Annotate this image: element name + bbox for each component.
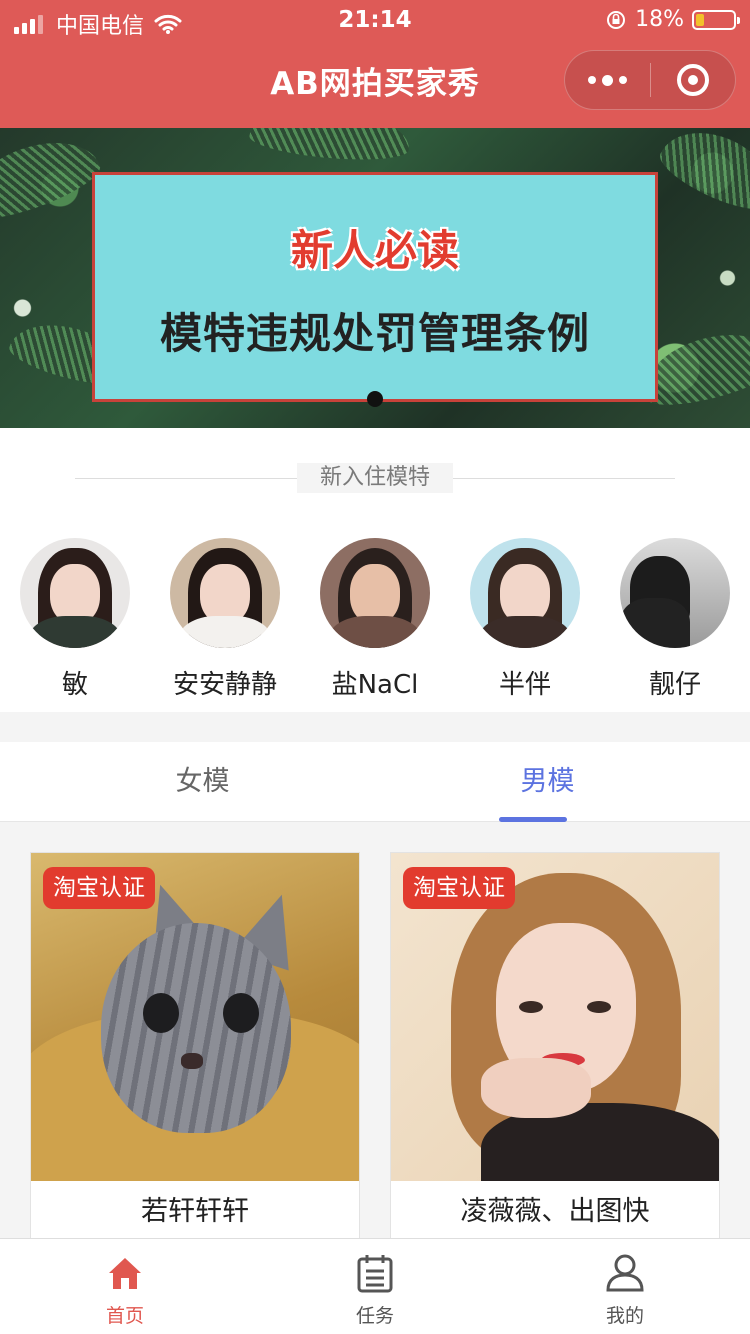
banner-title: 模特违规处罚管理条例 — [159, 309, 590, 358]
nav-tasks[interactable]: 任务 — [250, 1239, 500, 1334]
model-item[interactable]: 半伴 — [450, 538, 600, 701]
avatar-body — [178, 616, 272, 648]
model-card[interactable]: 淘宝认证 若轩轩轩 — [30, 852, 360, 1242]
fern-decoration — [0, 128, 107, 231]
banner-subtitle: 新人必读 — [290, 226, 459, 275]
new-models-section: 新入住模特 敏 安安静静 盐NaCl 半伴 靓仔 — [0, 428, 750, 712]
target-icon — [676, 64, 709, 96]
tab-female-models[interactable]: 女模 — [15, 742, 390, 822]
section-title: 新入住模特 — [297, 463, 453, 493]
battery-icon — [692, 9, 740, 30]
nav-home[interactable]: 首页 — [0, 1239, 250, 1334]
avatar-face — [350, 564, 400, 624]
bottom-navigation: 首页 任务 我的 — [0, 1238, 750, 1334]
model-name: 半伴 — [498, 670, 551, 700]
status-right: 18% — [605, 7, 740, 32]
model-photo[interactable]: 淘宝认证 — [31, 853, 359, 1181]
nav-label: 我的 — [605, 1305, 644, 1327]
girl-eye — [587, 1001, 611, 1013]
user-icon — [606, 1254, 644, 1292]
avatar-face — [500, 564, 550, 624]
avatar-body — [28, 616, 122, 648]
avatar-body — [478, 616, 572, 648]
fern-decoration — [652, 128, 750, 221]
tab-male-models[interactable]: 男模 — [360, 742, 735, 822]
model-card-grid: 淘宝认证 若轩轩轩 淘宝认证 凌薇薇、出图快 — [0, 822, 750, 1242]
rotation-lock-icon — [607, 10, 626, 29]
cat-head — [101, 923, 291, 1133]
nav-mine[interactable]: 我的 — [500, 1239, 750, 1334]
cat-nose — [181, 1053, 203, 1069]
avatar[interactable] — [170, 538, 280, 648]
taobao-verified-badge: 淘宝认证 — [403, 867, 515, 909]
model-card[interactable]: 淘宝认证 凌薇薇、出图快 — [390, 852, 720, 1242]
nav-label: 任务 — [355, 1305, 394, 1327]
fern-decoration — [248, 128, 412, 165]
close-miniprogram-button[interactable] — [651, 50, 735, 110]
avatar[interactable] — [20, 538, 130, 648]
home-icon — [109, 1258, 141, 1289]
cat-eye — [223, 993, 259, 1033]
cat-eye — [143, 993, 179, 1033]
model-item[interactable]: 靓仔 — [600, 538, 750, 701]
tab-label: 男模 — [520, 766, 575, 797]
task-icon — [357, 1255, 393, 1293]
avatar-face — [200, 564, 250, 624]
model-photo[interactable]: 淘宝认证 — [391, 853, 719, 1181]
model-item[interactable]: 安安静静 — [150, 538, 300, 701]
model-name: 靓仔 — [648, 670, 701, 700]
avatar-body — [620, 598, 690, 648]
banner-card[interactable]: 新人必读 模特违规处罚管理条例 — [92, 172, 658, 402]
avatar-body — [328, 616, 422, 648]
model-card-name: 凌薇薇、出图快 — [460, 1196, 650, 1227]
gender-tabs: 女模 男模 — [0, 742, 750, 822]
avatar-face — [50, 564, 100, 624]
model-name: 敏 — [61, 670, 88, 700]
tab-label: 女模 — [175, 766, 230, 797]
model-item[interactable]: 盐NaCl — [300, 538, 450, 701]
top-bar: 中国电信 21:14 18% AB网拍买家秀 — [0, 0, 750, 128]
miniprogram-capsule — [564, 50, 736, 110]
nav-label: 首页 — [105, 1305, 144, 1327]
banner-carousel[interactable]: 新人必读 模特违规处罚管理条例 — [0, 128, 750, 428]
model-item[interactable]: 敏 — [0, 538, 150, 701]
carousel-indicator-dot[interactable] — [367, 391, 383, 407]
model-name: 盐NaCl — [331, 670, 419, 700]
avatar[interactable] — [320, 538, 430, 648]
more-button[interactable] — [565, 50, 650, 110]
girl-hand — [481, 1058, 591, 1118]
model-card-name: 若轩轩轩 — [141, 1196, 249, 1227]
avatar[interactable] — [470, 538, 580, 648]
status-bar: 中国电信 21:14 18% — [0, 0, 750, 40]
girl-eye — [519, 1001, 543, 1013]
taobao-verified-badge: 淘宝认证 — [43, 867, 155, 909]
model-name: 安安静静 — [172, 670, 277, 700]
avatar[interactable] — [620, 538, 730, 648]
battery-label: 18% — [635, 7, 684, 32]
